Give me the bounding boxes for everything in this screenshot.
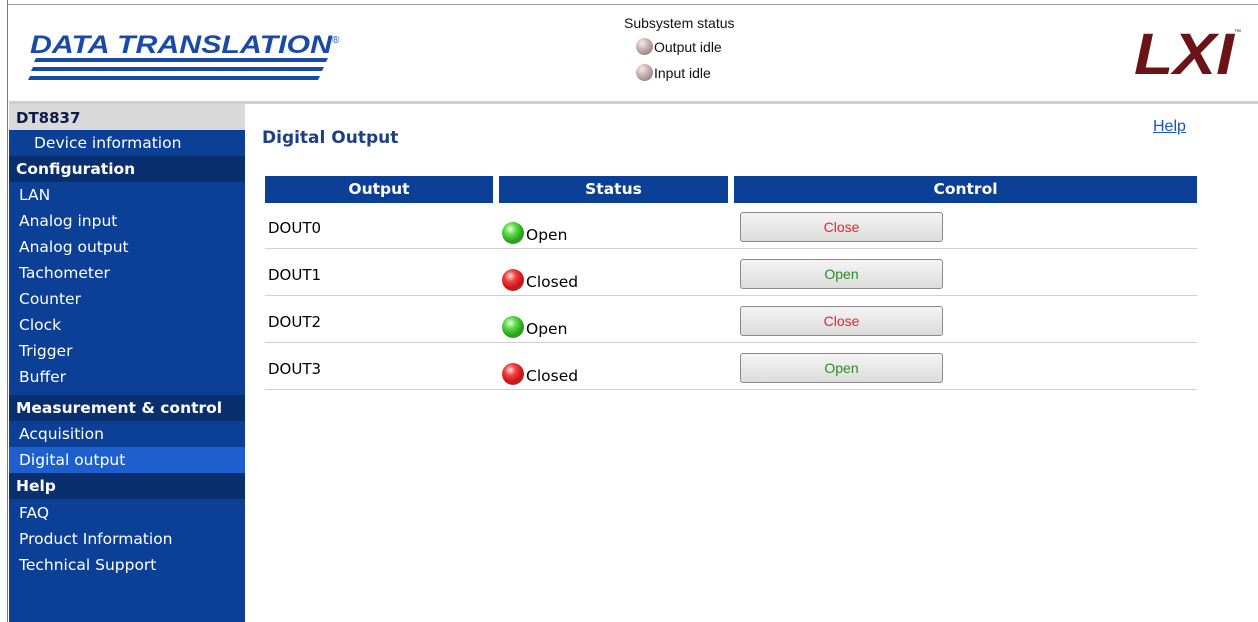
sidebar-item-lan[interactable]: LAN xyxy=(9,182,245,208)
output-idle-indicator-icon xyxy=(636,38,653,55)
main-content: Digital Output Help Output Status Contro… xyxy=(245,104,1258,622)
column-header-status: Status xyxy=(499,176,728,203)
sidebar-item-technical-support[interactable]: Technical Support xyxy=(9,552,245,578)
status-text: Open xyxy=(526,320,568,338)
output-status-row: Output idle xyxy=(636,38,722,55)
sidebar-section-help: Help xyxy=(9,473,245,499)
sidebar-item-tachometer[interactable]: Tachometer xyxy=(9,260,245,286)
output-name: DOUT0 xyxy=(268,219,322,237)
help-link[interactable]: Help xyxy=(1153,118,1186,136)
output-status-label: Output idle xyxy=(654,38,722,55)
svg-text:DATA TRANSLATION: DATA TRANSLATION xyxy=(30,31,333,59)
output-name: DOUT1 xyxy=(268,266,322,284)
status-cell: Open xyxy=(502,216,567,244)
sidebar-item-trigger[interactable]: Trigger xyxy=(9,338,245,364)
subsystem-status-title: Subsystem status xyxy=(624,15,735,31)
page-title: Digital Output xyxy=(262,128,399,148)
sidebar-section-measurement-control: Measurement & control xyxy=(9,395,245,421)
status-red-led-icon xyxy=(502,363,524,385)
device-name: DT8837 xyxy=(9,104,245,130)
svg-text:™: ™ xyxy=(1234,29,1241,36)
sidebar-section-configuration: Configuration xyxy=(9,156,245,182)
sidebar-item-product-information[interactable]: Product Information xyxy=(9,526,245,552)
sidebar-item-analog-output[interactable]: Analog output xyxy=(9,234,245,260)
open-button[interactable]: Open xyxy=(740,353,943,383)
table-row: DOUT1 Closed Open xyxy=(265,250,1197,296)
data-translation-logo: DATA TRANSLATION ® xyxy=(28,31,340,80)
status-cell: Closed xyxy=(502,263,578,291)
input-status-row: Input idle xyxy=(636,64,711,81)
page-header: DATA TRANSLATION ® Subsystem status Outp… xyxy=(9,5,1258,104)
status-green-led-icon xyxy=(502,316,524,338)
close-button[interactable]: Close xyxy=(740,212,943,242)
sidebar-item-analog-input[interactable]: Analog input xyxy=(9,208,245,234)
sidebar-nav: DT8837 Device information Configuration … xyxy=(9,104,245,622)
output-name: DOUT3 xyxy=(268,360,322,378)
sidebar-item-clock[interactable]: Clock xyxy=(9,312,245,338)
window-left-border xyxy=(0,0,8,622)
sidebar-item-acquisition[interactable]: Acquisition xyxy=(9,421,245,447)
status-cell: Open xyxy=(502,310,567,338)
open-button[interactable]: Open xyxy=(740,259,943,289)
column-header-output: Output xyxy=(265,176,493,203)
sidebar-item-device-information[interactable]: Device information xyxy=(9,130,245,156)
sidebar-item-digital-output[interactable]: Digital output xyxy=(9,447,245,473)
output-name: DOUT2 xyxy=(268,313,322,331)
input-idle-indicator-icon xyxy=(636,64,653,81)
status-red-led-icon xyxy=(502,269,524,291)
column-header-control: Control xyxy=(734,176,1197,203)
status-text: Closed xyxy=(526,367,579,385)
close-button[interactable]: Close xyxy=(740,306,943,336)
status-cell: Closed xyxy=(502,357,578,385)
sidebar-item-buffer[interactable]: Buffer xyxy=(9,364,245,390)
svg-text:®: ® xyxy=(332,35,340,46)
lxi-logo: LXI ™ xyxy=(1134,22,1241,82)
svg-text:LXI: LXI xyxy=(1134,22,1236,82)
status-green-led-icon xyxy=(502,222,524,244)
sidebar-item-faq[interactable]: FAQ xyxy=(9,500,245,526)
status-text: Open xyxy=(526,226,568,244)
table-row: DOUT2 Open Close xyxy=(265,297,1197,343)
sidebar-item-counter[interactable]: Counter xyxy=(9,286,245,312)
input-status-label: Input idle xyxy=(654,64,711,81)
status-text: Closed xyxy=(526,273,579,291)
table-row: DOUT0 Open Close xyxy=(265,203,1197,249)
table-row: DOUT3 Closed Open xyxy=(265,344,1197,390)
